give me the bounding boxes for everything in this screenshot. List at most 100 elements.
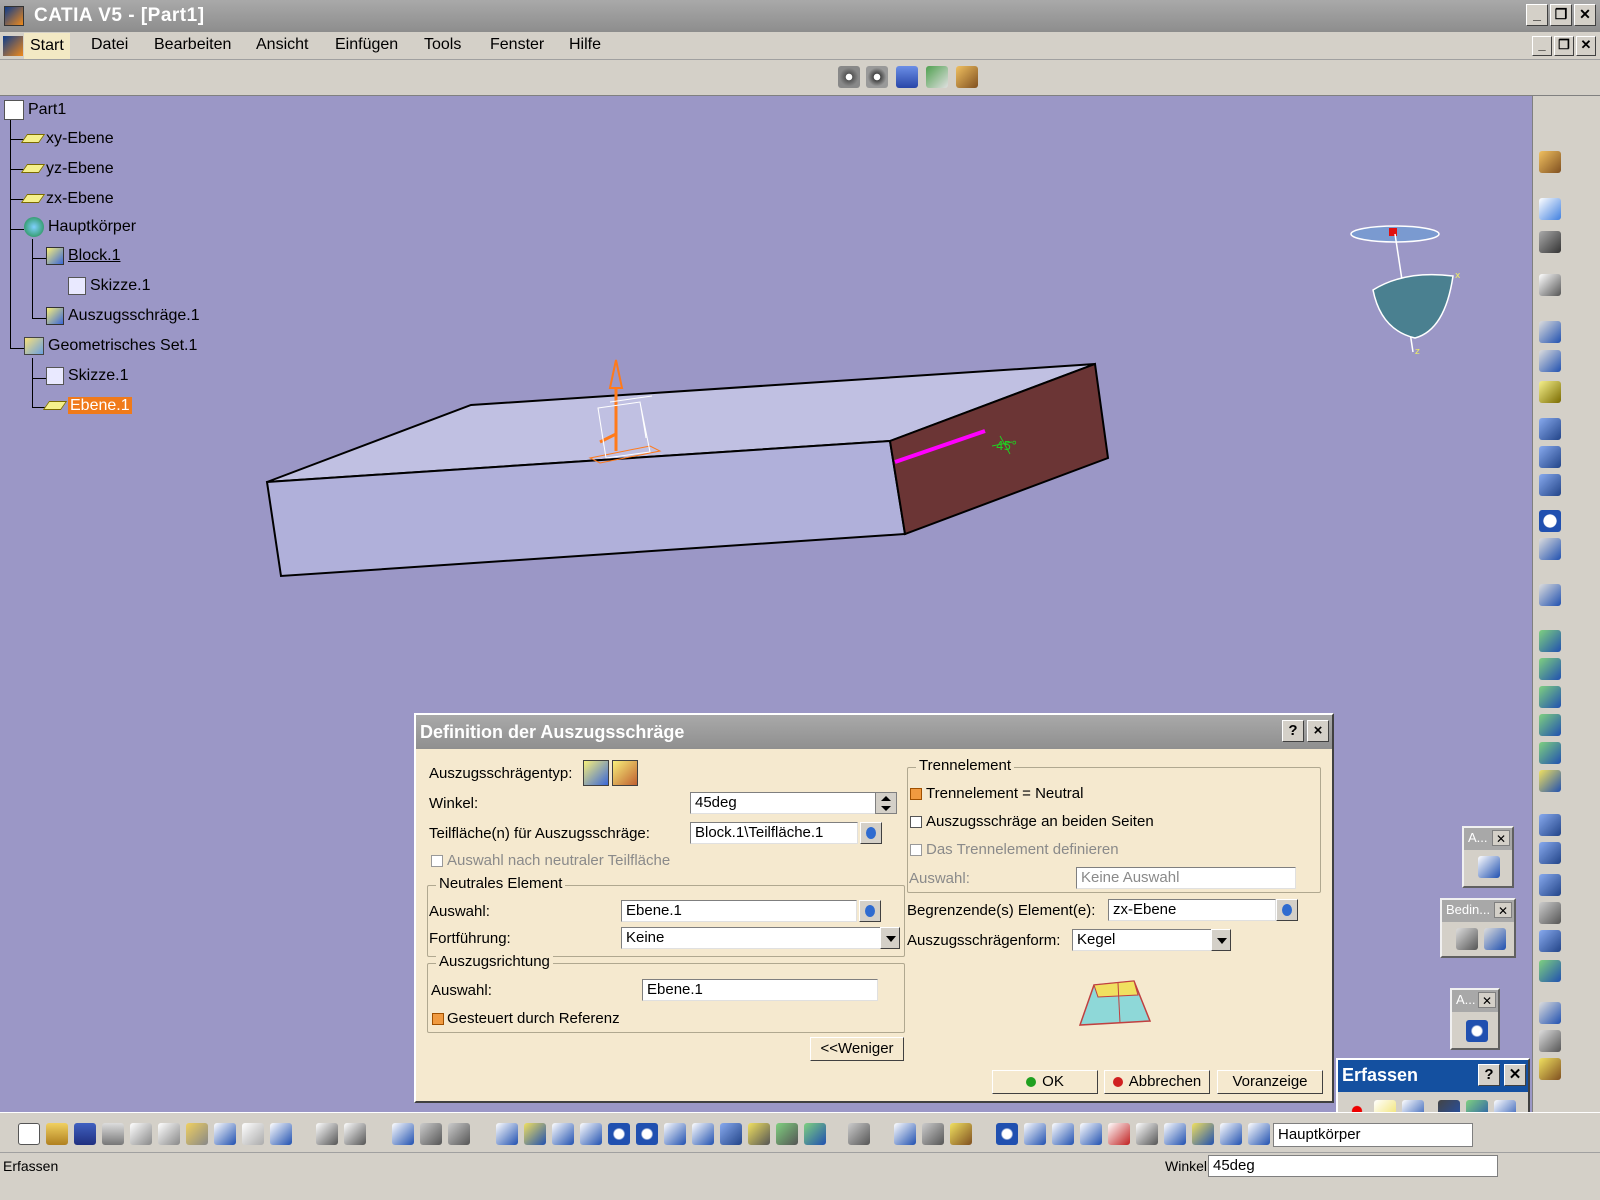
iso-view-icon[interactable] (720, 1123, 742, 1145)
tree-node-pad[interactable]: Block.1 (46, 247, 120, 265)
tree-node-sketch-2[interactable]: Skizze.1 (46, 367, 128, 385)
dialog-close-button[interactable]: × (1307, 720, 1329, 742)
undo-icon[interactable] (214, 1123, 236, 1145)
normal-view-icon[interactable] (664, 1123, 686, 1145)
tree-node-plane-1[interactable]: Ebene.1 (42, 397, 132, 415)
fly-mode-icon[interactable] (496, 1123, 518, 1145)
measure-icon[interactable] (1466, 1020, 1488, 1042)
axis-system-icon[interactable] (1024, 1123, 1046, 1145)
limiting-selection-icon[interactable] (1276, 899, 1298, 921)
variable-draft-icon[interactable] (612, 760, 638, 786)
plane-icon[interactable] (1539, 381, 1561, 403)
inertia-icon[interactable] (950, 1123, 972, 1145)
redo-icon[interactable] (242, 1123, 264, 1145)
tree-node-draft[interactable]: Auszugsschräge.1 (46, 307, 200, 325)
constraints-toolbar[interactable]: Bedin... ✕ (1440, 898, 1516, 958)
curve-icon[interactable] (1539, 584, 1561, 606)
menu-bearbeiten[interactable]: Bearbeiten (154, 36, 231, 54)
close-icon[interactable]: ✕ (1492, 830, 1510, 846)
ok-button[interactable]: OK (992, 1070, 1098, 1094)
pan-icon[interactable] (552, 1123, 574, 1145)
line-icon[interactable] (1539, 350, 1561, 372)
doc-restore-button[interactable]: ❐ (1554, 36, 1574, 56)
workbench-icon[interactable] (956, 66, 978, 88)
help-button[interactable]: ? (1478, 1064, 1500, 1086)
measure-between-icon[interactable] (894, 1123, 916, 1145)
chevron-down-icon[interactable] (880, 927, 900, 949)
catia-app-icon[interactable] (4, 6, 24, 26)
controlled-by-reference-checkbox[interactable] (432, 1013, 444, 1025)
analysis-toolbar[interactable]: A... ✕ (1450, 988, 1500, 1050)
menu-einfuegen[interactable]: Einfügen (335, 36, 398, 54)
fillet-icon[interactable] (1539, 902, 1561, 924)
help-icon[interactable] (270, 1123, 292, 1145)
update-icon[interactable] (448, 1123, 470, 1145)
stack-icon[interactable] (1136, 1123, 1158, 1145)
rotate-icon[interactable] (580, 1123, 602, 1145)
propagation-select[interactable]: Keine (621, 927, 881, 949)
sweep-icon[interactable] (1539, 474, 1561, 496)
fill-icon[interactable] (1539, 686, 1561, 708)
blend-icon[interactable] (1539, 714, 1561, 736)
parting-selection-input[interactable]: Keine Auswahl (1076, 867, 1296, 889)
tree-node-geometrical-set[interactable]: Geometrisches Set.1 (24, 337, 197, 355)
lock-icon[interactable] (420, 1123, 442, 1145)
close-icon[interactable]: ✕ (1494, 902, 1512, 918)
close-button[interactable]: ✕ (1504, 1064, 1526, 1086)
workbench-switch-icon[interactable] (848, 1123, 870, 1145)
tree-icon[interactable] (1164, 1123, 1186, 1145)
compass-widget[interactable]: x z (1345, 210, 1475, 370)
save-icon[interactable] (74, 1123, 96, 1145)
zoom-out-icon[interactable] (636, 1123, 658, 1145)
trim-icon[interactable] (1539, 842, 1561, 864)
paste-icon[interactable] (186, 1123, 208, 1145)
grid-icon[interactable] (1080, 1123, 1102, 1145)
both-sides-checkbox[interactable] (910, 816, 922, 828)
shading-icon[interactable] (748, 1123, 770, 1145)
limiting-elements-input[interactable]: zx-Ebene (1108, 899, 1276, 921)
menu-datei[interactable]: Datei (91, 36, 128, 54)
define-parting-checkbox[interactable] (910, 844, 922, 856)
extrude-icon[interactable] (1539, 418, 1561, 440)
spline-icon[interactable] (1539, 538, 1561, 560)
point-icon[interactable] (1539, 321, 1561, 343)
analysis-icon[interactable] (896, 66, 918, 88)
angle-spinner[interactable] (875, 792, 897, 814)
cut-icon[interactable] (130, 1123, 152, 1145)
formula-icon[interactable] (316, 1123, 338, 1145)
neutral-selection-icon[interactable] (859, 900, 881, 922)
circle-icon[interactable] (1539, 510, 1561, 532)
snap-to-point-icon[interactable] (1108, 1123, 1130, 1145)
hybrid-body-icon[interactable] (1192, 1123, 1214, 1145)
tree-node-zx-plane[interactable]: zx-Ebene (20, 190, 114, 208)
dialog-help-button[interactable]: ? (1282, 720, 1304, 742)
constraint-icon[interactable] (1456, 928, 1478, 950)
list-icon[interactable] (1220, 1123, 1242, 1145)
boundary-icon[interactable] (1539, 874, 1561, 896)
measure-item-icon[interactable] (922, 1123, 944, 1145)
close-icon[interactable]: ✕ (1478, 992, 1496, 1008)
zoom-in-icon[interactable] (608, 1123, 630, 1145)
menu-tools[interactable]: Tools (424, 36, 461, 54)
tools-icon[interactable] (926, 66, 948, 88)
split-icon[interactable] (1539, 814, 1561, 836)
hide-show-icon[interactable] (776, 1123, 798, 1145)
repetition-icon[interactable] (1539, 1002, 1561, 1024)
annotation-toolbar[interactable]: A... ✕ (1462, 826, 1514, 888)
loft-icon[interactable] (1539, 742, 1561, 764)
text-annotation-icon[interactable] (1478, 856, 1500, 878)
gear-icon[interactable] (838, 66, 860, 88)
angle-input[interactable]: 45deg (690, 792, 876, 814)
define-in-work-object-icon[interactable] (1248, 1123, 1270, 1145)
work-on-support-icon[interactable] (1052, 1123, 1074, 1145)
join-icon[interactable] (1539, 770, 1561, 792)
doc-close-button[interactable]: ✕ (1576, 36, 1596, 56)
menu-ansicht[interactable]: Ansicht (256, 36, 308, 54)
status-value-input[interactable]: 45deg (1208, 1155, 1498, 1177)
menu-start[interactable]: Start (24, 33, 70, 59)
pulling-selection-input[interactable]: Ebene.1 (642, 979, 878, 1001)
workbench-icon[interactable] (1539, 151, 1561, 173)
current-body-select[interactable]: Hauptkörper (1273, 1123, 1473, 1147)
tree-node-xy-plane[interactable]: xy-Ebene (20, 130, 114, 148)
swap-icon[interactable] (996, 1123, 1018, 1145)
